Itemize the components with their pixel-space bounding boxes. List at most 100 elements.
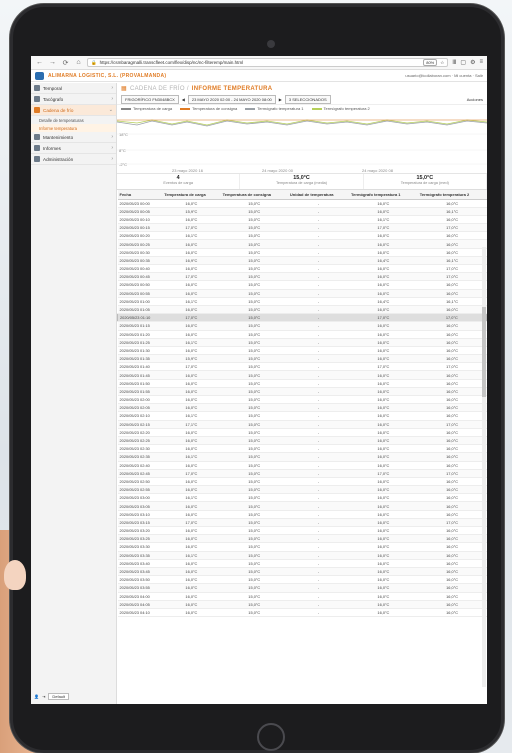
- table-row[interactable]: 2020/05/23 00:00 16,0°C 15,0°C -16,0°C 16,0°…: [117, 199, 487, 208]
- table-cell: 2020/05/23 04:00: [117, 592, 163, 601]
- table-cell: 16,0°C: [162, 592, 221, 601]
- table-row[interactable]: 2020/05/23 01:30 16,0°C 15,0°C -16,0°C 16,0°…: [117, 346, 487, 356]
- table-row[interactable]: 2020/05/23 02:50 16,0°C 15,0°C -16,0°C 16,0°…: [117, 477, 487, 487]
- table-row[interactable]: 2020/05/23 02:55 16,0°C 15,0°C -16,0°C 16,0°…: [117, 485, 487, 495]
- table-row[interactable]: 2020/05/23 01:00 16,1°C 15,0°C -16,4°C 16,1°…: [117, 297, 487, 306]
- table-row[interactable]: 2020/05/23 03:35 16,1°C 15,0°C -16,0°C 16,0°…: [117, 551, 487, 560]
- table-row[interactable]: 2020/05/23 02:20 16,0°C 15,0°C -16,0°C 16,0°…: [117, 428, 487, 437]
- table-row[interactable]: 2020/05/23 02:35 16,1°C 15,0°C -16,0°C 16,0°…: [117, 452, 487, 462]
- home-icon[interactable]: ⌂: [74, 59, 83, 66]
- home-button[interactable]: [257, 723, 285, 751]
- table-row[interactable]: 2020/05/23 03:55 16,0°C 15,0°C -16,0°C 16,0°…: [117, 583, 487, 593]
- table-row[interactable]: 2020/05/23 00:30 16,0°C 15,0°C -16,0°C 16,0°…: [117, 248, 487, 257]
- bookmark-icon[interactable]: ☆: [440, 60, 444, 66]
- table-row[interactable]: 2020/05/23 03:15 17,0°C 15,0°C -16,0°C 17,0°…: [117, 518, 487, 528]
- table-row[interactable]: 2020/05/23 01:50 16,0°C 15,0°C -16,0°C 16,0°…: [117, 379, 487, 388]
- sidebar-item-administracion[interactable]: Administración ›: [31, 154, 116, 165]
- table-row[interactable]: 2020/05/23 03:30 16,0°C 15,0°C -16,0°C 16,0°…: [117, 542, 487, 552]
- chevron-down-icon: ⌄: [108, 107, 113, 113]
- table-row[interactable]: 2020/05/23 00:05 15,9°C 15,0°C -16,0°C 16,1°…: [117, 207, 487, 216]
- forward-icon[interactable]: →: [48, 59, 57, 66]
- table-row[interactable]: 2020/05/23 03:40 16,0°C 15,0°C -16,0°C 16,0°…: [117, 559, 487, 568]
- actions-button[interactable]: Acciones: [467, 97, 483, 102]
- table-row[interactable]: 2020/05/23 01:05 16,0°C 15,0°C -16,0°C 16,0°…: [117, 305, 487, 315]
- profile-select[interactable]: Default: [48, 693, 70, 700]
- table-row[interactable]: 2020/05/23 02:05 16,0°C 15,0°C -16,0°C 16,0°…: [117, 403, 487, 413]
- table-row[interactable]: 2020/05/23 02:30 16,0°C 15,0°C -16,0°C 16,0°…: [117, 444, 487, 454]
- scrollbar-thumb[interactable]: [482, 307, 486, 397]
- table-cell: 16,0°C: [417, 289, 487, 298]
- table-row[interactable]: 2020/05/23 04:05 16,0°C 15,0°C -16,0°C 16,0°…: [117, 600, 487, 609]
- sidebar-item-tacografo[interactable]: Tacógrafo ›: [31, 94, 116, 105]
- column-header[interactable]: Temperatura de carga: [162, 190, 221, 200]
- next-icon[interactable]: ▶: [279, 97, 282, 102]
- table-row[interactable]: 2020/05/23 02:40 16,0°C 15,0°C -16,0°C 16,0°…: [117, 461, 487, 470]
- table-row[interactable]: 2020/05/23 01:10 17,0°C 15,0°C -17,0°C 17,0°…: [117, 313, 487, 323]
- legend-item[interactable]: Termógrafo temperatura 2: [311, 106, 370, 111]
- table-row[interactable]: 2020/05/23 01:20 16,0°C 15,0°C -16,0°C 16,0°…: [117, 330, 487, 339]
- table-cell: -: [287, 567, 350, 577]
- menu-icon[interactable]: ≡: [479, 59, 483, 66]
- table-row[interactable]: 2020/05/23 03:10 16,0°C 15,0°C -16,0°C 16,0°…: [117, 510, 487, 519]
- vehicle-select[interactable]: FRIGORÍFICO FN3048BCX: [121, 94, 179, 104]
- export-select[interactable]: 3 SELECCIONADOS: [284, 94, 331, 104]
- table-row[interactable]: 2020/05/23 02:00 16,0°C 15,0°C -16,0°C 16,0°…: [117, 395, 487, 405]
- table-row[interactable]: 2020/05/23 02:10 16,1°C 15,0°C -16,0°C 16,0°…: [117, 411, 487, 421]
- table-row[interactable]: 2020/05/23 01:45 16,0°C 15,0°C -16,0°C 16,0°…: [117, 370, 487, 380]
- vertical-scrollbar[interactable]: [482, 247, 486, 687]
- legend-item[interactable]: Temperatura de carga: [121, 106, 172, 111]
- library-icon[interactable]: Ⅲ: [452, 59, 456, 66]
- table-row[interactable]: 2020/05/23 01:25 16,1°C 15,0°C -16,0°C 16,0°…: [117, 338, 487, 347]
- sidebar-subitem-informe[interactable]: Informe temperatura: [31, 124, 116, 132]
- table-row[interactable]: 2020/05/23 01:40 17,0°C 15,0°C -17,0°C 17,0°…: [117, 362, 487, 372]
- url-bar[interactable]: 🔒 https://csmbaragmalli.transcfleet.com/…: [87, 58, 449, 67]
- sidebar-item-cadena-frio[interactable]: Cadena de frío ⌄: [31, 105, 116, 116]
- table-row[interactable]: 2020/05/23 02:25 16,0°C 15,0°C -16,0°C 16,0°…: [117, 436, 487, 446]
- sidebar-item-temporal[interactable]: Temporal ›: [31, 83, 116, 94]
- prev-icon[interactable]: ◀: [182, 97, 185, 102]
- zoom-level[interactable]: 80%: [423, 59, 438, 66]
- table-row[interactable]: 2020/05/23 03:50 16,0°C 15,0°C -16,0°C 16,0°…: [117, 575, 487, 585]
- table-row[interactable]: 2020/05/23 01:35 15,9°C 15,0°C -16,0°C 16,0°…: [117, 354, 487, 364]
- table-row[interactable]: 2020/05/23 02:45 17,0°C 15,0°C -17,0°C 17,0°…: [117, 469, 487, 478]
- sidebar-subitem-detalle[interactable]: Detalle de temperaturas: [31, 116, 116, 124]
- table-row[interactable]: 2020/05/23 01:55 16,0°C 15,0°C -16,0°C 16,0°…: [117, 387, 487, 397]
- table-row[interactable]: 2020/05/23 00:55 16,0°C 15,0°C -16,0°C 16,0°…: [117, 289, 487, 298]
- legend-item[interactable]: Temperatura de consigna: [180, 106, 237, 111]
- sidebar-item-mantenimiento[interactable]: Mantenimiento ›: [31, 132, 116, 143]
- extension-icon[interactable]: ⚙: [470, 59, 475, 66]
- table-row[interactable]: 2020/05/23 00:10 16,0°C 15,0°C -16,1°C 16,0°…: [117, 215, 487, 225]
- date-range-picker[interactable]: 23 MAYO 2020 02:00 - 24 MAYO 2020 08:00: [187, 94, 276, 104]
- table-cell: 16,0°C: [349, 608, 418, 618]
- table-cell: 16,0°C: [349, 461, 418, 470]
- sidebar-item-informes[interactable]: Informes ›: [31, 143, 116, 154]
- sidebar-icon[interactable]: ▢: [460, 59, 466, 66]
- user-menu[interactable]: usuario@lcollaboran.com · Mi cuenta · Sa…: [405, 73, 483, 78]
- column-header[interactable]: Fecha: [117, 190, 163, 200]
- column-header[interactable]: Termógrafo temperatura 1: [349, 190, 418, 200]
- logout-icon[interactable]: ⇥: [42, 694, 45, 699]
- reload-icon[interactable]: ⟳: [61, 59, 70, 67]
- user-icon[interactable]: 👤: [34, 694, 39, 699]
- table-row[interactable]: 2020/05/23 00:25 16,0°C 15,0°C -16,0°C 16,0°…: [117, 239, 487, 249]
- table-row[interactable]: 2020/05/23 03:45 16,0°C 15,0°C -16,0°C 16,0°…: [117, 567, 487, 577]
- table-row[interactable]: 2020/05/23 00:15 17,0°C 15,0°C -17,0°C 17,0°…: [117, 223, 487, 233]
- table-row[interactable]: 2020/05/23 03:05 16,0°C 15,0°C -16,0°C 16,0°…: [117, 501, 487, 511]
- table-row[interactable]: 2020/05/23 01:15 16,0°C 15,0°C -16,0°C 16,0°…: [117, 321, 487, 331]
- table-row[interactable]: 2020/05/23 00:45 17,0°C 15,0°C -16,0°C 17,0°…: [117, 272, 487, 282]
- table-row[interactable]: 2020/05/23 00:35 16,9°C 15,0°C -16,4°C 16,1°…: [117, 256, 487, 266]
- table-row[interactable]: 2020/05/23 00:40 16,0°C 15,0°C -16,0°C 17,0°…: [117, 264, 487, 274]
- column-header[interactable]: Temperatura de consigna: [220, 190, 288, 200]
- table-row[interactable]: 2020/05/23 04:00 16,0°C 15,0°C -16,0°C 16,0°…: [117, 592, 487, 601]
- column-header[interactable]: Termógrafo temperatura 2: [417, 190, 487, 200]
- table-row[interactable]: 2020/05/23 04:10 16,0°C 15,0°C -16,0°C 16,0°…: [117, 608, 487, 618]
- column-header[interactable]: Unidad de temperatura: [287, 190, 350, 200]
- back-icon[interactable]: ←: [35, 59, 44, 66]
- table-row[interactable]: 2020/05/23 00:20 16,1°C 15,0°C -16,0°C 16,0°…: [117, 231, 487, 241]
- table-row[interactable]: 2020/05/23 03:25 16,0°C 15,0°C -16,0°C 16,0°…: [117, 534, 487, 544]
- legend-item[interactable]: Termógrafo temperatura 1: [245, 106, 304, 111]
- table-row[interactable]: 2020/05/23 03:20 16,0°C 15,0°C -16,0°C 16,0°…: [117, 526, 487, 536]
- table-row[interactable]: 2020/05/23 02:15 17,1°C 15,0°C -16,0°C 17,0°…: [117, 420, 487, 429]
- table-row[interactable]: 2020/05/23 00:50 16,0°C 15,0°C -16,0°C 16,0°…: [117, 280, 487, 290]
- table-row[interactable]: 2020/05/23 03:00 16,1°C 15,0°C -16,0°C 16,0°…: [117, 493, 487, 503]
